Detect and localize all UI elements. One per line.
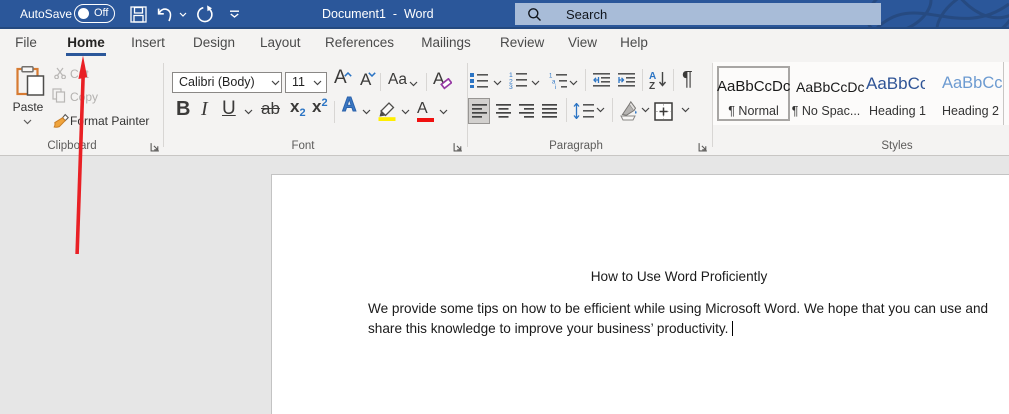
- svg-text:Z: Z: [649, 81, 655, 89]
- svg-text:3: 3: [509, 84, 513, 89]
- svg-text:i: i: [555, 85, 556, 89]
